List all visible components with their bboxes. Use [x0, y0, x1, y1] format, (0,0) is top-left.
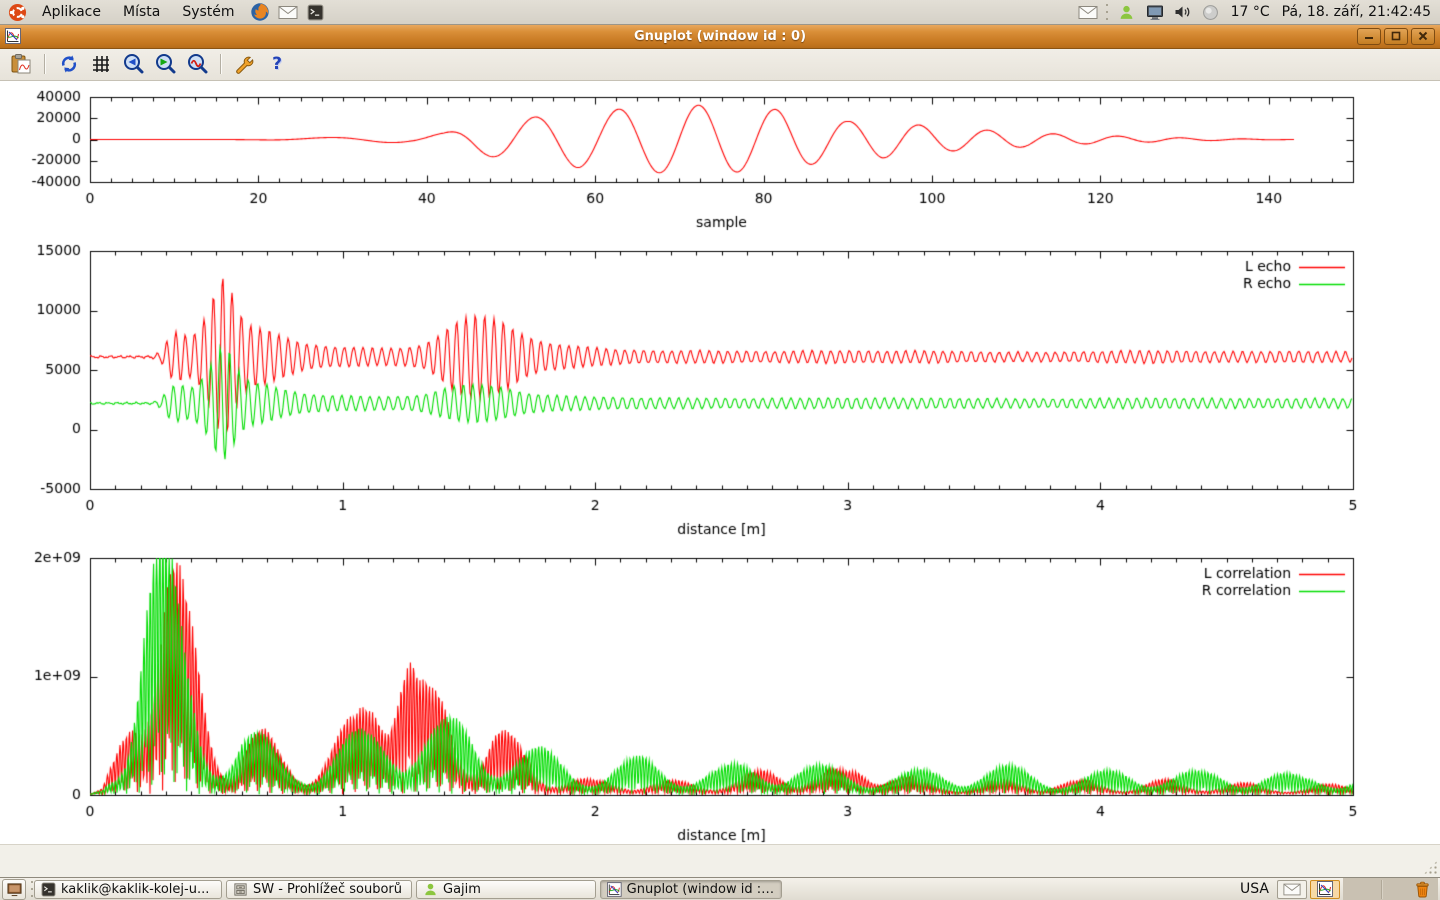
temperature-label[interactable]: 17 °C: [1228, 4, 1273, 20]
trash-icon: [1414, 880, 1431, 898]
show-desktop-button[interactable]: [2, 879, 26, 900]
window-statusbar: [0, 844, 1440, 877]
copy-plot-button[interactable]: [8, 51, 34, 77]
gnuplot-toolbar: ?: [0, 49, 1440, 81]
maximize-button[interactable]: [1384, 28, 1408, 45]
window-icon[interactable]: [5, 28, 21, 44]
panel-left: Aplikace Místa Systém: [6, 0, 327, 24]
file-cabinet-icon: [233, 882, 248, 897]
minimize-button[interactable]: [1357, 28, 1381, 45]
menu-places[interactable]: Místa: [115, 2, 168, 22]
gnuplot-icon: [1317, 881, 1333, 897]
gnuplot-plot-canvas[interactable]: [0, 81, 1440, 845]
task-label: SW - Prohlížeč souborů: [253, 882, 402, 897]
menu-applications[interactable]: Aplikace: [34, 2, 109, 22]
weather-icon[interactable]: [1200, 1, 1222, 23]
window-controls: [1357, 28, 1435, 45]
toolbar-separator: [44, 54, 46, 74]
grid-toggle-button[interactable]: [88, 51, 114, 77]
resize-grip[interactable]: [1423, 860, 1438, 875]
person-icon: [423, 882, 438, 897]
ubuntu-logo-icon[interactable]: [6, 1, 28, 23]
task-label: Gnuplot (window id : 0): [627, 882, 775, 897]
mail-launcher-icon[interactable]: [277, 1, 299, 23]
desktop: Aplikace Místa Systém: [0, 0, 1440, 900]
volume-icon[interactable]: [1172, 1, 1194, 23]
tray-separator: [1381, 880, 1383, 899]
trash-applet-button[interactable]: [1409, 879, 1435, 899]
zoom-reset-button[interactable]: [184, 51, 210, 77]
taskbar: kaklik@kaklik-kolej-u... SW - Prohlížeč …: [0, 877, 1440, 900]
zoom-previous-button[interactable]: [120, 51, 146, 77]
zoom-next-button[interactable]: [152, 51, 178, 77]
task-label: kaklik@kaklik-kolej-u...: [61, 882, 209, 897]
gnome-top-panel: Aplikace Místa Systém: [0, 0, 1440, 25]
task-label: Gajim: [443, 882, 481, 897]
task-button-gnuplot[interactable]: Gnuplot (window id : 0): [600, 880, 782, 899]
tray-gnuplot-button[interactable]: [1310, 880, 1340, 899]
firefox-launcher-icon[interactable]: [249, 1, 271, 23]
plot-surface: [0, 81, 1440, 844]
tray-drag-handle[interactable]: [1105, 3, 1110, 21]
menu-system[interactable]: Systém: [174, 2, 242, 22]
notification-tray-zone: [1343, 878, 1438, 900]
help-glyph: ?: [272, 54, 282, 74]
keyboard-layout-indicator[interactable]: USA: [1232, 881, 1277, 897]
envelope-icon: [1283, 883, 1301, 896]
close-button[interactable]: [1411, 28, 1435, 45]
mail-notification-icon[interactable]: [1077, 1, 1099, 23]
gajim-status-icon[interactable]: [1116, 1, 1138, 23]
display-settings-icon[interactable]: [1144, 1, 1166, 23]
task-button-gajim[interactable]: Gajim: [416, 880, 596, 899]
titlebar[interactable]: Gnuplot (window id : 0): [0, 25, 1440, 49]
clock-label[interactable]: Pá, 18. září, 21:42:45: [1279, 4, 1434, 20]
window-title: Gnuplot (window id : 0): [0, 29, 1440, 44]
panel-right: 17 °C Pá, 18. září, 21:42:45: [1077, 0, 1434, 24]
tray-mail-button[interactable]: [1277, 880, 1307, 899]
replot-button[interactable]: [56, 51, 82, 77]
task-button-terminal[interactable]: kaklik@kaklik-kolej-u...: [34, 880, 222, 899]
gnuplot-icon: [607, 882, 622, 897]
terminal-icon: [41, 882, 56, 897]
help-button[interactable]: ?: [264, 51, 290, 77]
toolbar-separator: [220, 54, 222, 74]
settings-wrench-button[interactable]: [232, 51, 258, 77]
terminal-launcher-icon[interactable]: [305, 1, 327, 23]
gnuplot-window: Gnuplot (window id : 0): [0, 25, 1440, 877]
task-button-file-manager[interactable]: SW - Prohlížeč souborů: [226, 880, 412, 899]
